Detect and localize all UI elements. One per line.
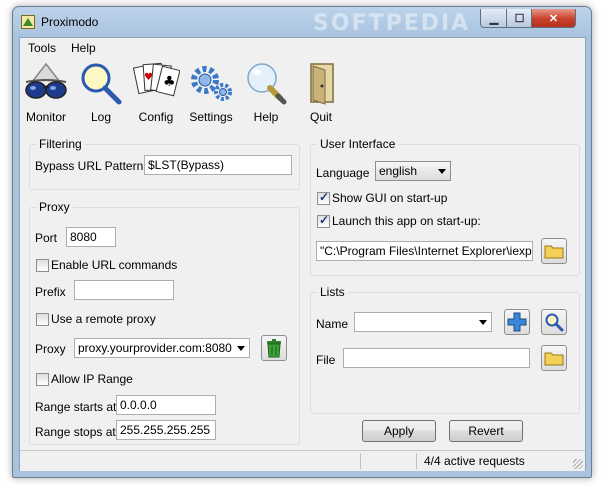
language-label: Language — [316, 166, 370, 180]
proxy-select-value: proxy.yourprovider.com:8080 — [78, 341, 232, 355]
app-window: Proximodo SOFTPEDIA ▁ ☐ ✕ Tools Help Mon… — [12, 6, 592, 478]
enable-url-commands-label: Enable URL commands — [51, 258, 178, 272]
close-icon: ✕ — [548, 12, 559, 25]
magnifier-icon — [81, 63, 122, 105]
proxy-group: Proxy Port 8080 Enable URL commands Pref… — [29, 200, 300, 445]
language-select-value: english — [379, 164, 418, 178]
trash-icon — [267, 339, 281, 358]
allow-ip-range-label: Allow IP Range — [51, 372, 133, 386]
port-input[interactable]: 8080 — [66, 227, 116, 247]
toolbar-label: Log — [90, 110, 112, 124]
allow-ip-range-checkbox[interactable] — [36, 373, 49, 386]
filtering-group: Filtering Bypass URL Pattern $LST(Bypass… — [29, 137, 300, 190]
lightbulb-icon — [247, 63, 287, 105]
range-start-input[interactable]: 0.0.0.0 — [116, 395, 216, 415]
minimize-button[interactable]: ▁ — [480, 9, 508, 28]
playing-cards-icon: ♣ ♥ — [132, 62, 180, 97]
group-title: Lists — [317, 285, 348, 299]
group-title: User Interface — [317, 137, 399, 151]
chevron-down-icon — [479, 320, 487, 325]
door-icon — [310, 63, 334, 105]
range-start-label: Range starts at — [35, 400, 117, 414]
toolbar: Monitor Log ♣ ♥ Config Settings Help Qui… — [20, 60, 585, 126]
close-button[interactable]: ✕ — [531, 9, 576, 28]
folder-icon — [544, 245, 564, 259]
prefix-input[interactable] — [74, 280, 174, 300]
list-file-input[interactable] — [343, 348, 530, 368]
minimize-icon: ▁ — [489, 12, 499, 25]
bypass-url-input[interactable]: $LST(Bypass) — [144, 155, 292, 175]
use-remote-proxy-label: Use a remote proxy — [51, 312, 156, 326]
chevron-down-icon — [237, 346, 245, 351]
browse-app-button[interactable] — [541, 238, 567, 264]
use-remote-proxy-checkbox[interactable] — [36, 313, 49, 326]
language-select[interactable]: english — [375, 161, 451, 181]
sunglasses-icon — [25, 62, 67, 99]
title-bar[interactable]: Proximodo SOFTPEDIA ▁ ☐ ✕ — [13, 7, 591, 37]
toolbar-config-button[interactable]: ♣ ♥ Config — [130, 60, 182, 126]
port-label: Port — [35, 231, 58, 245]
revert-button[interactable]: Revert — [449, 420, 523, 442]
proxy-select[interactable]: proxy.yourprovider.com:8080 — [74, 338, 250, 358]
menu-help[interactable]: Help — [71, 41, 96, 55]
add-list-button[interactable] — [504, 309, 530, 335]
menu-bar: Tools Help — [20, 38, 585, 58]
toolbar-help-button[interactable]: Help — [240, 60, 292, 126]
client-area: Tools Help Monitor Log ♣ ♥ Config Settin… — [19, 37, 586, 471]
menu-tools[interactable]: Tools — [28, 41, 56, 55]
maximize-icon: ☐ — [514, 12, 525, 25]
toolbar-label: Monitor — [25, 110, 66, 124]
watermark: SOFTPEDIA — [313, 11, 471, 36]
toolbar-log-button[interactable]: Log — [75, 60, 127, 126]
window-title: Proximodo — [41, 15, 99, 29]
folder-icon — [544, 352, 564, 366]
maximize-button[interactable]: ☐ — [506, 9, 533, 28]
show-gui-checkbox[interactable] — [317, 190, 330, 205]
prefix-label: Prefix — [35, 285, 66, 299]
active-requests-status: 4/4 active requests — [424, 454, 525, 468]
bypass-url-label: Bypass URL Pattern — [35, 159, 144, 173]
magnifier-icon — [545, 313, 564, 332]
list-name-select[interactable] — [354, 312, 492, 332]
app-icon — [21, 15, 35, 29]
apply-button[interactable]: Apply — [362, 420, 436, 442]
status-bar: 4/4 active requests — [20, 450, 585, 471]
launch-app-checkbox[interactable] — [317, 213, 330, 228]
list-file-label: File — [316, 353, 336, 367]
range-stop-input[interactable]: 255.255.255.255 — [116, 420, 216, 440]
toolbar-monitor-button[interactable]: Monitor — [20, 60, 72, 126]
toolbar-label: Help — [253, 110, 279, 124]
delete-proxy-button[interactable] — [261, 335, 287, 361]
proxy-label: Proxy — [35, 342, 66, 356]
lists-group: Lists Name File — [310, 285, 580, 414]
toolbar-settings-button[interactable]: Settings — [185, 60, 237, 126]
svg-text:♣: ♣ — [163, 74, 176, 90]
gears-icon — [191, 66, 232, 101]
user-interface-group: User Interface Language english Show GUI… — [310, 137, 580, 276]
toolbar-label: Config — [138, 110, 174, 124]
list-name-label: Name — [316, 317, 349, 331]
plus-icon — [507, 312, 527, 332]
range-stop-label: Range stops at — [35, 425, 116, 439]
toolbar-label: Settings — [189, 110, 233, 124]
group-title: Filtering — [36, 137, 85, 151]
chevron-down-icon — [438, 169, 446, 174]
group-title: Proxy — [36, 200, 73, 214]
show-gui-label: Show GUI on start-up — [332, 191, 448, 205]
browse-list-file-button[interactable] — [541, 345, 567, 371]
enable-url-commands-checkbox[interactable] — [36, 259, 49, 272]
app-path-input[interactable]: "C:\Program Files\Internet Explorer\iexp… — [316, 241, 533, 261]
resize-grip[interactable] — [573, 459, 583, 469]
toolbar-label: Quit — [309, 110, 332, 124]
view-list-button[interactable] — [541, 309, 567, 335]
status-separator — [360, 453, 361, 469]
status-separator — [416, 453, 417, 469]
launch-app-label: Launch this app on start-up: — [332, 214, 481, 228]
svg-text:♥: ♥ — [144, 72, 153, 83]
toolbar-quit-button[interactable]: Quit — [295, 60, 347, 126]
